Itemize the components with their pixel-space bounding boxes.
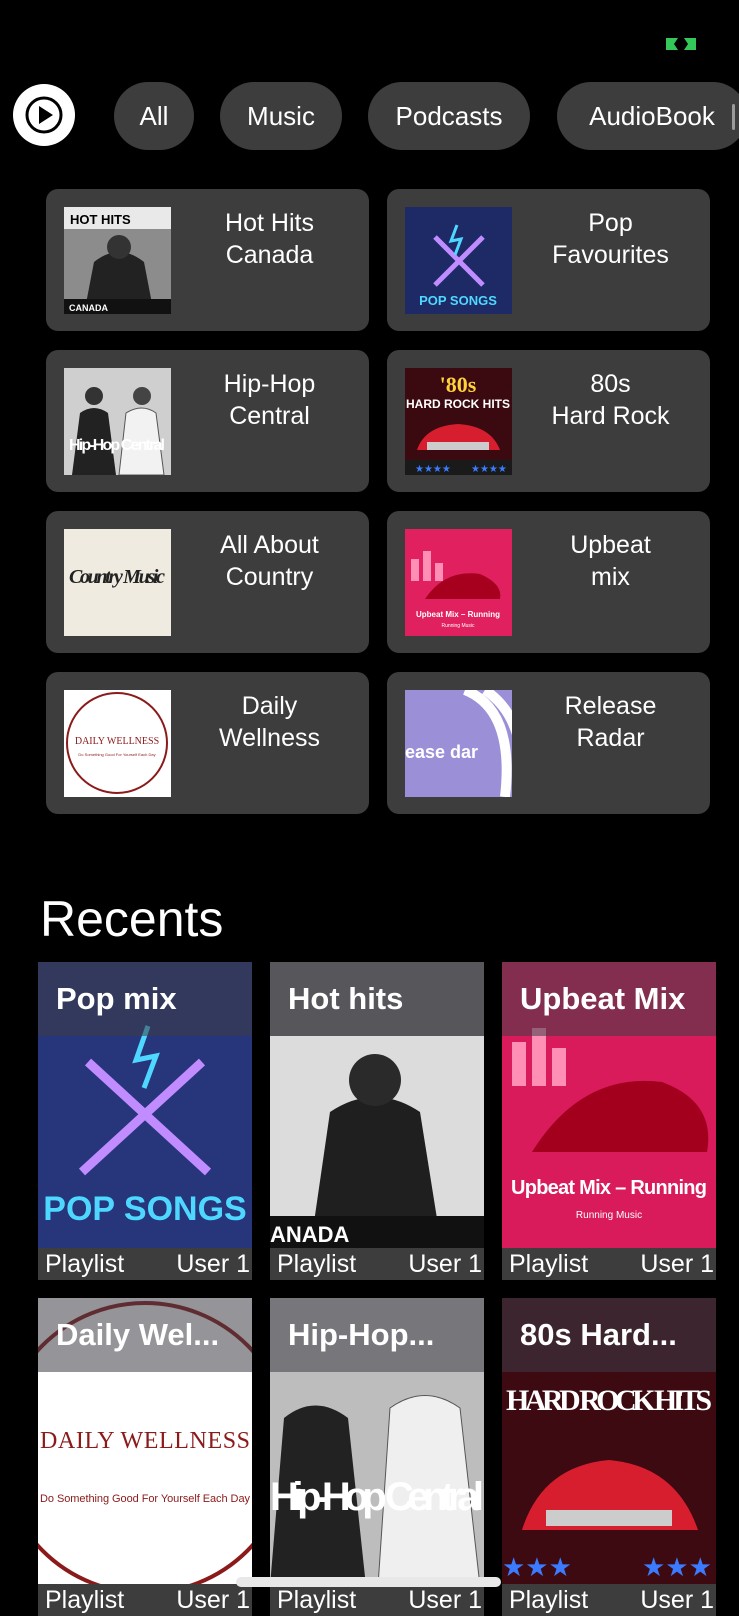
quick-pick-card[interactable]: Country Music All About Country [46,511,369,653]
battery-saver-icon [666,38,696,50]
recent-tile[interactable]: POP SONGS Pop mix Playlist User 1 [38,962,252,1280]
recents-heading: Recents [40,891,224,947]
cover-text: Upbeat Mix – Running [511,1177,707,1199]
quick-pick-title: Pop Favourites [552,209,669,269]
chip-all[interactable]: All [114,82,194,150]
recent-meta: Playlist User 1 [38,1248,252,1280]
recent-title: 80s Hard... [502,1298,716,1372]
cover-text: POP SONGS [419,293,497,308]
cover-text: Upbeat Mix – Running [416,610,500,619]
recent-title: Daily Wel... [38,1298,252,1372]
recent-meta: Playlist User 1 [502,1584,716,1616]
chip-music[interactable]: Music [220,82,342,150]
cover-subtext: Running Music [576,1210,642,1221]
quick-pick-card[interactable]: Upbeat Mix – Running Running Music Upbea… [387,511,710,653]
recent-title: Hot hits [270,962,484,1036]
svg-text:★★★: ★★★ [642,1553,712,1583]
recent-owner: User 1 [176,1585,250,1614]
playlist-cover: HOT HITS CANADA [64,207,171,314]
play-button[interactable] [13,84,75,146]
quick-pick-title: Release Radar [564,692,657,752]
quick-pick-title: Daily Wellness [219,692,320,752]
recent-type: Playlist [509,1249,589,1278]
recent-tile[interactable]: HARD ROCK HITS ★★★ ★★★ 80s Hard... Playl… [502,1298,716,1616]
recent-type: Playlist [277,1249,357,1278]
playlist-cover: POP SONGS [405,207,512,314]
quick-pick-title: Upbeat mix [570,531,651,591]
cover-text: '80s [440,372,477,397]
recent-title: Pop mix [38,962,252,1036]
chip-podcasts[interactable]: Podcasts [368,82,530,150]
recent-owner: User 1 [640,1249,714,1278]
quick-pick-title: 80s Hard Rock [551,370,670,430]
chip-audiobook[interactable]: AudioBook [557,82,739,150]
recent-meta: Playlist User 1 [270,1248,484,1280]
quick-pick-card[interactable]: POP SONGS Pop Favourites [387,189,710,331]
recent-meta: Playlist User 1 [38,1584,252,1616]
svg-text:★★★★: ★★★★ [471,464,507,475]
recent-owner: User 1 [176,1249,250,1278]
playlist-cover: ease dar [405,690,512,797]
recent-tile[interactable]: Hip-Hop Central Hip-Hop... Playlist User… [270,1298,484,1616]
cover-text: ease dar [405,742,478,762]
cover-text: HOT HITS [70,212,131,227]
svg-text:★★★★: ★★★★ [415,464,451,475]
horizontal-scroll-indicator [732,104,735,130]
cover-text: ANADA [270,1222,350,1247]
filter-chip-row[interactable]: All Music Podcasts AudioBook [114,82,739,150]
cover-subtext: HARD ROCK HITS [406,397,510,411]
recent-owner: User 1 [408,1249,482,1278]
recent-owner: User 1 [640,1585,714,1614]
recent-title: Hip-Hop... [270,1298,484,1372]
quick-pick-card[interactable]: DAILY WELLNESS Do Something Good For You… [46,672,369,814]
svg-text:★★★: ★★★ [502,1553,572,1583]
cover-text: Hip-Hop Central [69,437,165,454]
cover-text: DAILY WELLNESS [75,736,159,747]
quick-pick-card[interactable]: ease dar Release Radar [387,672,710,814]
quick-pick-title: Hip-Hop Central [223,370,316,430]
cover-text: Hip-Hop Central [270,1475,484,1519]
quick-pick-card[interactable]: HOT HITS CANADA Hot Hits Canada [46,189,369,331]
recent-type: Playlist [277,1585,357,1614]
quick-pick-card[interactable]: Hip-Hop Central Hip-Hop Central [46,350,369,492]
quick-pick-title: Hot Hits Canada [225,209,314,269]
quick-pick-card[interactable]: '80s HARD ROCK HITS ★★★★ ★★★★ 80s Hard R… [387,350,710,492]
recent-meta: Playlist User 1 [502,1248,716,1280]
recent-type: Playlist [509,1585,589,1614]
cover-text: Country Music [69,566,165,588]
recent-tile[interactable]: DAILY WELLNESS Do Something Good For You… [38,1298,252,1616]
playlist-cover: DAILY WELLNESS Do Something Good For You… [64,690,171,797]
recent-title: Upbeat Mix [502,962,716,1036]
cover-subtext: Do Something Good For Yourself Each Day [78,752,155,757]
recent-meta: Playlist User 1 [270,1584,484,1616]
recent-tile[interactable]: Upbeat Mix – Running Running Music Upbea… [502,962,716,1280]
cover-text: HARD ROCK HITS [506,1384,712,1417]
cover-subtext: Do Something Good For Yourself Each Day [40,1493,251,1505]
recent-owner: User 1 [408,1585,482,1614]
playlist-cover: Upbeat Mix – Running Running Music [405,529,512,636]
quick-pick-title: All About Country [220,531,319,591]
cover-subtext: CANADA [69,303,108,313]
recent-tile[interactable]: ANADA Hot hits Playlist User 1 [270,962,484,1280]
cover-text: DAILY WELLNESS [40,1428,250,1454]
playlist-cover: Hip-Hop Central [64,368,171,475]
cover-text: POP SONGS [43,1190,246,1228]
recent-type: Playlist [45,1249,125,1278]
playlist-cover: Country Music [64,529,171,636]
playlist-cover: '80s HARD ROCK HITS ★★★★ ★★★★ [405,368,512,475]
play-circle-icon [25,96,63,134]
cover-subtext: Running Music [441,623,475,629]
recent-type: Playlist [45,1585,125,1614]
home-indicator[interactable] [236,1577,501,1587]
